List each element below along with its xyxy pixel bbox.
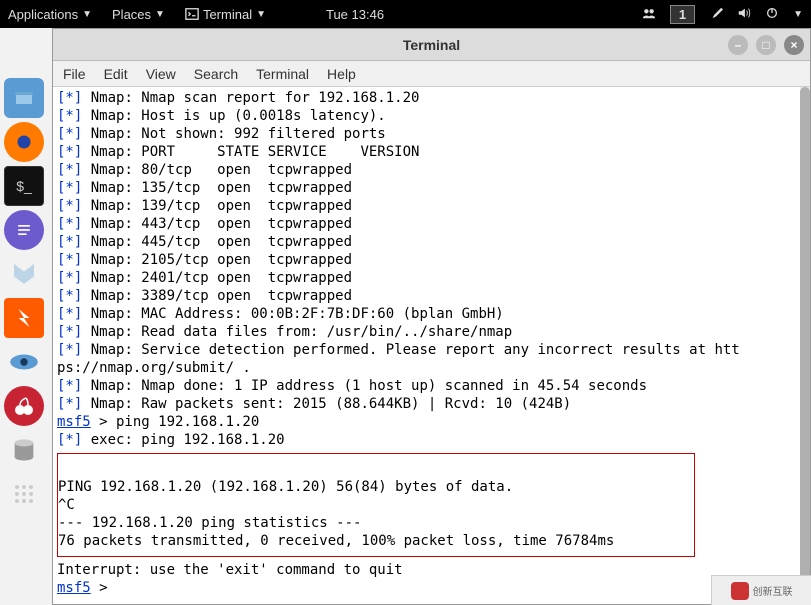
line: Nmap: 2105/tcp open tcpwrapped xyxy=(82,252,352,268)
line: ^C xyxy=(58,497,75,513)
terminal-menubar: File Edit View Search Terminal Help xyxy=(53,61,810,87)
terminal-label: Terminal xyxy=(203,7,252,22)
line: Nmap: Read data files from: /usr/bin/../… xyxy=(82,324,512,340)
paintbrush-icon[interactable] xyxy=(709,6,723,23)
menu-file[interactable]: File xyxy=(63,66,86,82)
ping-output-box: PING 192.168.1.20 (192.168.1.20) 56(84) … xyxy=(57,453,695,557)
marker: [*] xyxy=(57,180,82,196)
line: > ping 192.168.1.20 xyxy=(91,414,260,430)
places-menu[interactable]: Places ▼ xyxy=(112,7,165,22)
scrollbar[interactable] xyxy=(800,87,810,604)
watermark-text: 创新互联 xyxy=(753,583,793,598)
chevron-down-icon: ▼ xyxy=(155,9,165,20)
marker: [*] xyxy=(57,252,82,268)
menu-edit[interactable]: Edit xyxy=(104,66,128,82)
chevron-down-icon[interactable]: ▼ xyxy=(793,9,803,20)
dock: $_ xyxy=(4,78,46,514)
users-icon[interactable] xyxy=(642,6,656,23)
marker: [*] xyxy=(57,198,82,214)
chevron-down-icon: ▼ xyxy=(256,9,266,20)
maximize-button[interactable]: □ xyxy=(756,35,776,55)
close-button[interactable]: × xyxy=(784,35,804,55)
line: > xyxy=(91,580,116,596)
line: PING 192.168.1.20 (192.168.1.20) 56(84) … xyxy=(58,479,690,495)
marker: [*] xyxy=(57,144,82,160)
applications-label: Applications xyxy=(8,7,78,22)
watermark-logo-icon xyxy=(731,582,749,600)
minimize-button[interactable]: – xyxy=(728,35,748,55)
marker: [*] xyxy=(57,162,82,178)
line: Nmap: 3389/tcp open tcpwrapped xyxy=(82,288,352,304)
marker: [*] xyxy=(57,216,82,232)
clock[interactable]: Tue 13:46 xyxy=(326,7,384,22)
workspace-indicator[interactable]: 1 xyxy=(670,5,695,24)
places-label: Places xyxy=(112,7,151,22)
line: ps://nmap.org/submit/ . xyxy=(57,360,251,376)
volume-icon[interactable] xyxy=(737,6,751,23)
editor-icon[interactable] xyxy=(4,210,44,250)
line: Interrupt: use the 'exit' command to qui… xyxy=(57,562,403,578)
menu-search[interactable]: Search xyxy=(194,66,238,82)
menu-view[interactable]: View xyxy=(146,66,176,82)
line: --- 192.168.1.20 ping statistics --- xyxy=(58,515,361,531)
marker: [*] xyxy=(57,324,82,340)
line: Nmap: Nmap done: 1 IP address (1 host up… xyxy=(82,378,647,394)
line: exec: ping 192.168.1.20 xyxy=(82,432,284,448)
terminal-titlebar[interactable]: Terminal – □ × xyxy=(53,29,810,61)
marker: [*] xyxy=(57,108,82,124)
line: Nmap: 139/tcp open tcpwrapped xyxy=(82,198,352,214)
metasploit-icon[interactable] xyxy=(4,254,44,294)
marker: [*] xyxy=(57,342,82,358)
marker: [*] xyxy=(57,90,82,106)
power-icon[interactable] xyxy=(765,6,779,23)
line: Nmap: 135/tcp open tcpwrapped xyxy=(82,180,352,196)
terminal-title: Terminal xyxy=(403,37,460,53)
msf-prompt: msf5 xyxy=(57,580,91,596)
line: Nmap: 443/tcp open tcpwrapped xyxy=(82,216,352,232)
database-icon[interactable] xyxy=(4,430,44,470)
line: Nmap: MAC Address: 00:0B:2F:7B:DF:60 (bp… xyxy=(82,306,503,322)
marker: [*] xyxy=(57,288,82,304)
terminal-window: Terminal – □ × File Edit View Search Ter… xyxy=(52,28,811,605)
line: Nmap: 445/tcp open tcpwrapped xyxy=(82,234,352,250)
applications-menu[interactable]: Applications ▼ xyxy=(8,7,92,22)
terminal-icon xyxy=(185,7,199,21)
watermark: 创新互联 xyxy=(711,575,811,605)
marker: [*] xyxy=(57,306,82,322)
firefox-icon[interactable] xyxy=(4,122,44,162)
line: Nmap: PORT STATE SERVICE VERSION xyxy=(82,144,419,160)
line: Nmap: Not shown: 992 filtered ports xyxy=(82,126,385,142)
marker: [*] xyxy=(57,234,82,250)
msf-prompt: msf5 xyxy=(57,414,91,430)
line: 76 packets transmitted, 0 received, 100%… xyxy=(58,533,614,549)
eye-icon[interactable] xyxy=(4,342,44,382)
marker: [*] xyxy=(57,396,82,412)
marker: [*] xyxy=(57,126,82,142)
line: Nmap: 80/tcp open tcpwrapped xyxy=(82,162,352,178)
apps-grid-icon[interactable] xyxy=(4,474,44,514)
menu-terminal[interactable]: Terminal xyxy=(256,66,309,82)
line: Nmap: 2401/tcp open tcpwrapped xyxy=(82,270,352,286)
menu-help[interactable]: Help xyxy=(327,66,356,82)
burp-icon[interactable] xyxy=(4,298,44,338)
cherrytree-icon[interactable] xyxy=(4,386,44,426)
marker: [*] xyxy=(57,378,82,394)
line: Nmap: Nmap scan report for 192.168.1.20 xyxy=(82,90,419,106)
line: Nmap: Host is up (0.0018s latency). xyxy=(82,108,385,124)
marker: [*] xyxy=(57,270,82,286)
terminal-app-icon[interactable]: $_ xyxy=(4,166,44,206)
system-topbar: Applications ▼ Places ▼ Terminal ▼ Tue 1… xyxy=(0,0,811,28)
marker: [*] xyxy=(57,432,82,448)
terminal-content[interactable]: [*] Nmap: Nmap scan report for 192.168.1… xyxy=(53,87,810,604)
files-icon[interactable] xyxy=(4,78,44,118)
terminal-menu[interactable]: Terminal ▼ xyxy=(185,7,266,22)
chevron-down-icon: ▼ xyxy=(82,9,92,20)
line: Nmap: Raw packets sent: 2015 (88.644KB) … xyxy=(82,396,571,412)
line: Nmap: Service detection performed. Pleas… xyxy=(82,342,739,358)
